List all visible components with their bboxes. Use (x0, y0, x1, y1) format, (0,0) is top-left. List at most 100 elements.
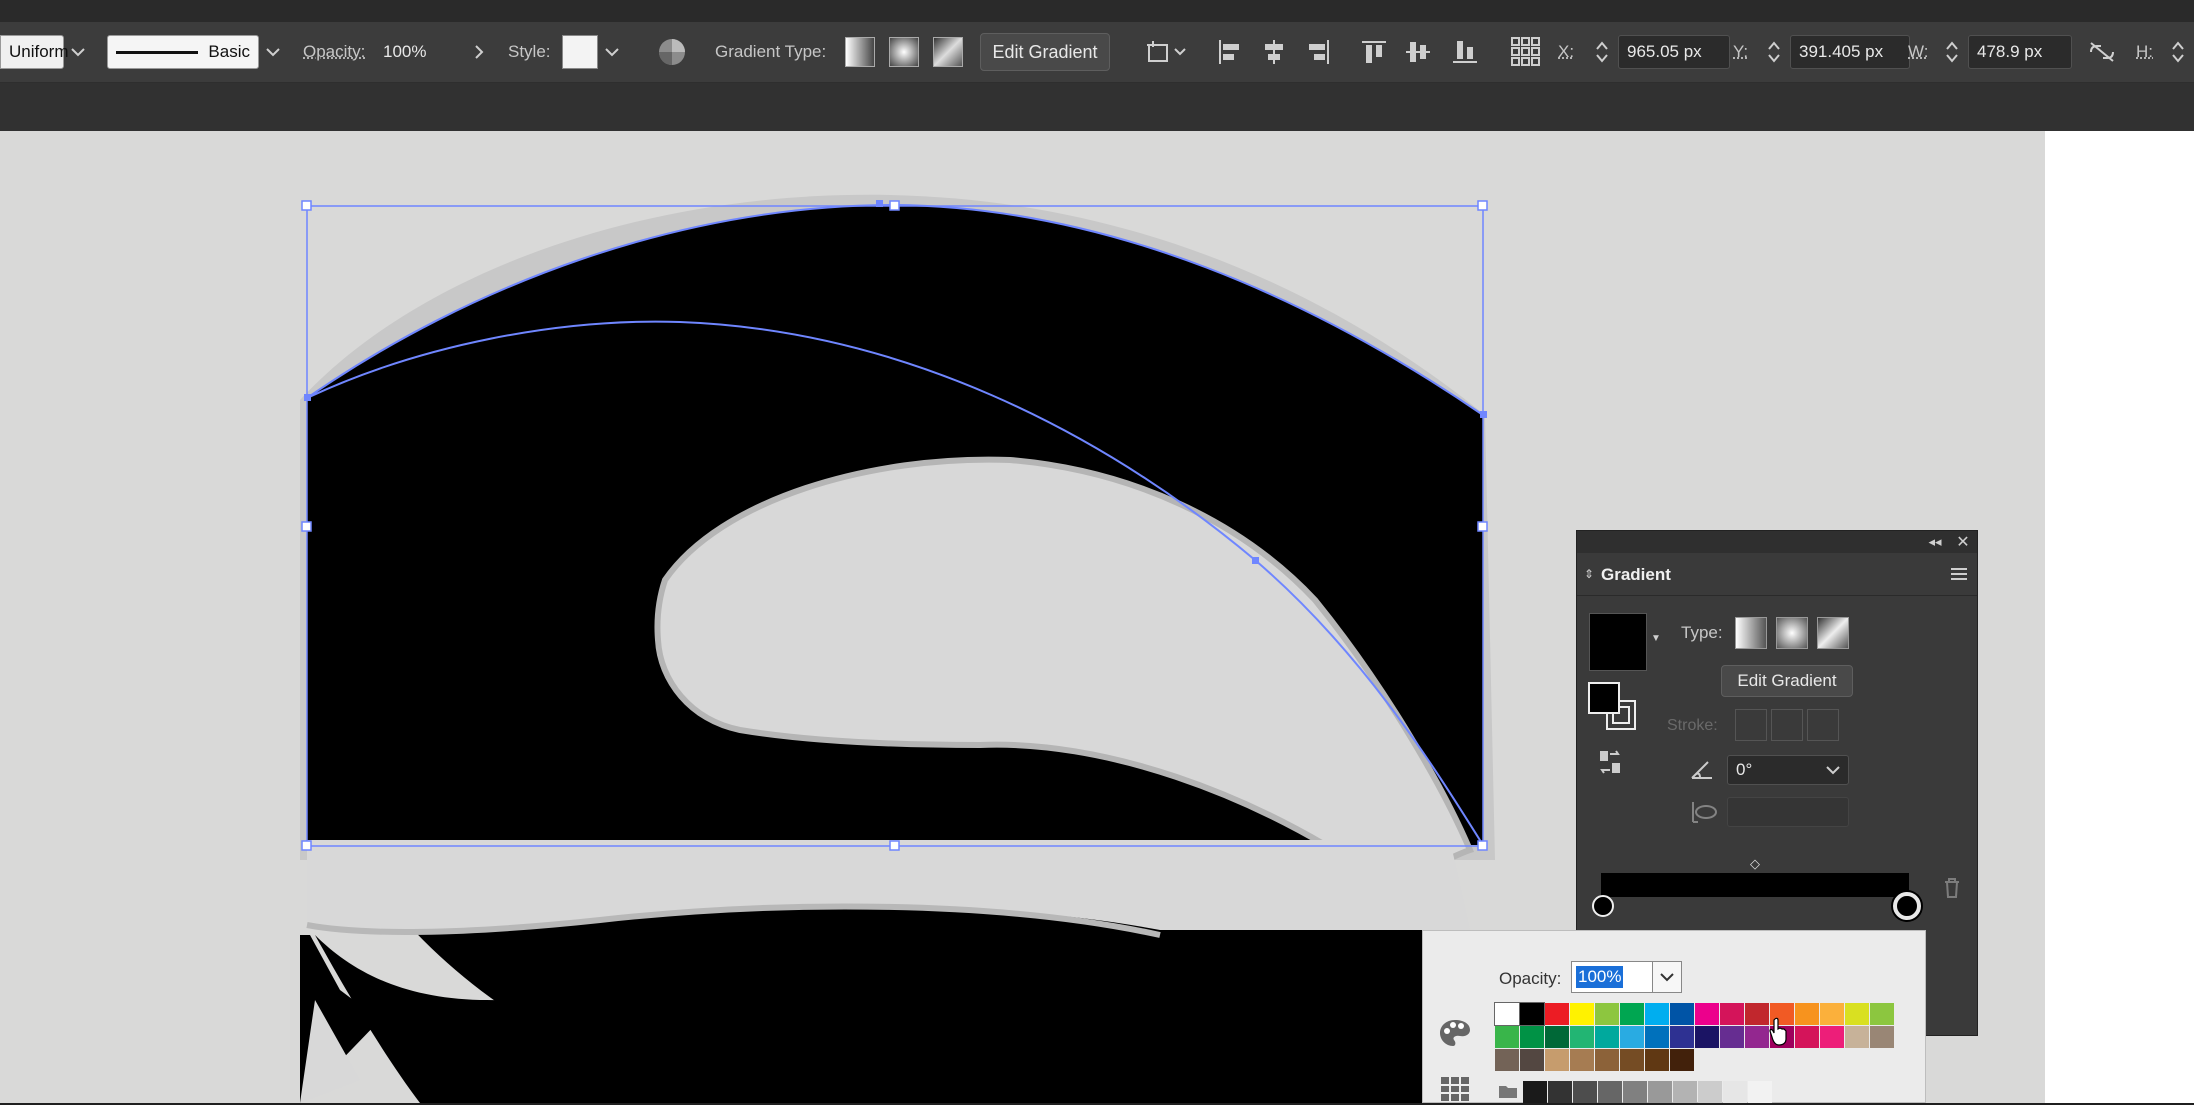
trash-icon[interactable] (1941, 876, 1963, 900)
color-swatch[interactable] (1595, 1003, 1619, 1025)
align-bottom-icon[interactable] (1448, 35, 1482, 69)
popup-opacity-dropdown[interactable] (1652, 961, 1682, 993)
transform-reference-icon[interactable] (1143, 35, 1189, 69)
popup-opacity-input[interactable]: 100% (1571, 961, 1653, 993)
freeform-gradient-type-icon[interactable] (1817, 617, 1849, 649)
color-swatch[interactable] (1745, 1003, 1769, 1025)
color-swatch[interactable] (1673, 1081, 1697, 1103)
constrain-proportions-icon[interactable] (2085, 35, 2119, 69)
reverse-gradient-icon[interactable] (1593, 745, 1627, 779)
swatches-grid-icon[interactable] (1437, 1073, 1473, 1105)
color-swatch[interactable] (1720, 1003, 1744, 1025)
h-stepper-icon[interactable] (2166, 35, 2190, 69)
color-swatch[interactable] (1623, 1081, 1647, 1103)
color-swatch[interactable] (1573, 1081, 1597, 1103)
folder-icon[interactable] (1497, 1081, 1519, 1101)
fill-stroke-icon[interactable] (1585, 679, 1639, 733)
color-swatch[interactable] (1598, 1081, 1622, 1103)
swatch-row-4[interactable] (1523, 1081, 1922, 1103)
gradient-stop-left[interactable] (1592, 895, 1614, 917)
color-swatch[interactable] (1520, 1003, 1544, 1025)
color-swatch[interactable] (1795, 1003, 1819, 1025)
color-swatch[interactable] (1545, 1003, 1569, 1025)
gradient-preview-swatch[interactable] (1589, 613, 1647, 671)
color-swatch[interactable] (1495, 1049, 1519, 1071)
color-swatch[interactable] (1495, 1026, 1519, 1048)
color-swatch[interactable] (1670, 1026, 1694, 1048)
midpoint-diamond-icon[interactable]: ◇ (1747, 856, 1763, 872)
color-swatch[interactable] (1545, 1026, 1569, 1048)
color-swatch[interactable] (1720, 1026, 1744, 1048)
angle-input[interactable]: 0° (1727, 755, 1849, 785)
color-swatch[interactable] (1645, 1003, 1669, 1025)
color-swatch[interactable] (1595, 1049, 1619, 1071)
w-input[interactable]: 478.9 px (1968, 35, 2072, 69)
chevron-down-icon[interactable] (1826, 765, 1840, 775)
color-swatch[interactable] (1520, 1049, 1544, 1071)
color-swatch[interactable] (1695, 1026, 1719, 1048)
align-right-icon[interactable] (1301, 35, 1335, 69)
y-stepper-icon[interactable] (1762, 35, 1786, 69)
align-top-icon[interactable] (1357, 35, 1391, 69)
color-swatch[interactable] (1570, 1003, 1594, 1025)
gradient-stop-right-selected[interactable] (1893, 892, 1921, 920)
chevron-right-icon[interactable] (465, 35, 493, 69)
opacity-input[interactable]: 100% (375, 35, 465, 69)
color-swatch[interactable] (1870, 1026, 1894, 1048)
color-swatch[interactable] (1620, 1026, 1644, 1048)
align-vertical-center-icon[interactable] (1401, 35, 1435, 69)
linear-gradient-icon[interactable] (845, 37, 875, 67)
chevron-down-icon[interactable] (259, 35, 287, 69)
color-swatch[interactable] (1670, 1003, 1694, 1025)
y-input[interactable]: 391.405 px (1790, 35, 1910, 69)
color-swatch[interactable] (1745, 1026, 1769, 1048)
radial-gradient-icon[interactable] (889, 37, 919, 67)
color-swatch[interactable] (1723, 1081, 1747, 1103)
color-swatch[interactable] (1645, 1049, 1669, 1071)
close-icon[interactable]: ✕ (1953, 533, 1973, 551)
swatch-row-1[interactable] (1495, 1003, 1894, 1025)
gradient-slider-bar[interactable] (1601, 873, 1909, 897)
w-stepper-icon[interactable] (1940, 35, 1964, 69)
freeform-gradient-icon[interactable] (933, 37, 963, 67)
color-swatch[interactable] (1570, 1026, 1594, 1048)
reference-point-icon[interactable] (1507, 35, 1545, 69)
linear-gradient-type-icon[interactable] (1735, 617, 1767, 649)
color-swatch[interactable] (1820, 1003, 1844, 1025)
color-swatch[interactable] (1670, 1049, 1694, 1071)
color-swatch[interactable] (1695, 1003, 1719, 1025)
color-swatch[interactable] (1548, 1081, 1572, 1103)
panel-menu-icon[interactable] (1949, 565, 1969, 583)
chevron-down-icon[interactable] (64, 35, 92, 69)
brush-select[interactable]: Basic (107, 35, 259, 69)
color-swatch[interactable] (1620, 1003, 1644, 1025)
opacity-label[interactable]: Opacity: (303, 42, 365, 62)
panel-grip-icon[interactable]: ⇕ (1583, 563, 1595, 585)
edit-gradient-button[interactable]: Edit Gradient (980, 33, 1110, 71)
style-swatch[interactable] (562, 35, 598, 69)
caret-down-icon[interactable]: ▼ (1649, 631, 1663, 645)
color-swatch[interactable] (1520, 1026, 1544, 1048)
color-swatch[interactable] (1648, 1081, 1672, 1103)
recolor-artwork-icon[interactable] (655, 35, 689, 69)
color-swatch[interactable] (1595, 1026, 1619, 1048)
radial-gradient-type-icon[interactable] (1776, 617, 1808, 649)
x-input[interactable]: 965.05 px (1618, 35, 1730, 69)
edit-gradient-button[interactable]: Edit Gradient (1721, 665, 1853, 697)
swatch-row-2[interactable] (1495, 1026, 1894, 1048)
color-swatch[interactable] (1698, 1081, 1722, 1103)
stroke-profile-select[interactable]: Uniform (0, 35, 64, 69)
color-swatch[interactable] (1845, 1026, 1869, 1048)
color-swatch[interactable] (1495, 1003, 1519, 1025)
align-left-icon[interactable] (1213, 35, 1247, 69)
color-swatch[interactable] (1570, 1049, 1594, 1071)
color-swatch[interactable] (1748, 1081, 1772, 1103)
align-horizontal-center-icon[interactable] (1257, 35, 1291, 69)
color-swatch[interactable] (1620, 1049, 1644, 1071)
color-palette-icon[interactable] (1437, 1015, 1473, 1051)
chevron-down-icon[interactable] (598, 35, 626, 69)
collapse-panel-icon[interactable]: ◂◂ (1925, 533, 1945, 551)
panel-titlebar[interactable]: ◂◂ ✕ (1577, 531, 1977, 553)
color-swatch[interactable] (1523, 1081, 1547, 1103)
color-swatch[interactable] (1545, 1049, 1569, 1071)
